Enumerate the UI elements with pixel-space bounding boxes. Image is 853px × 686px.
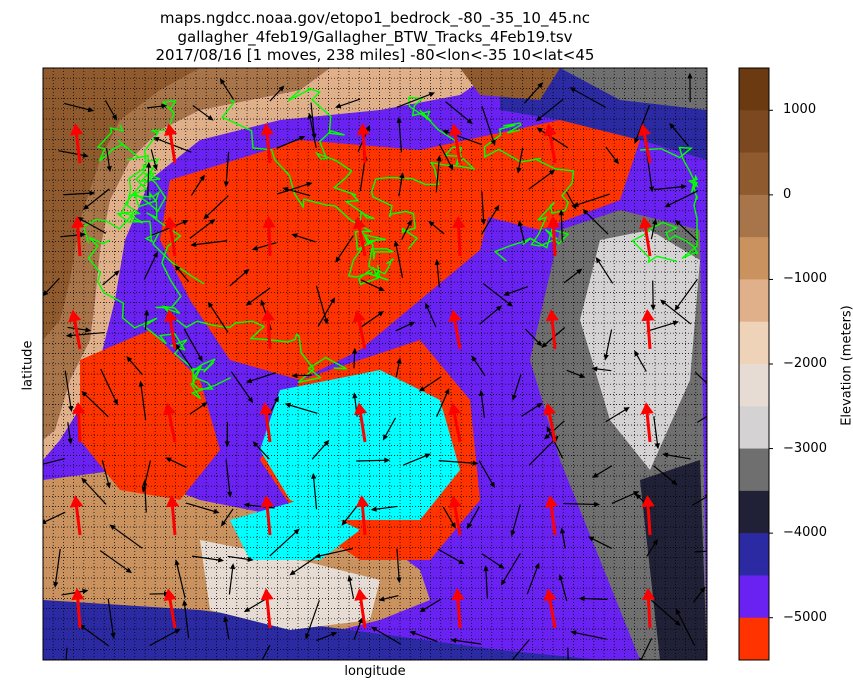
colorbar-tick-label: −2000 xyxy=(783,356,827,371)
colorbar-ticks xyxy=(769,109,773,619)
colorbar-tick-label: −4000 xyxy=(783,525,827,541)
colorbar-bin xyxy=(739,321,769,365)
colorbar-bin xyxy=(739,194,769,238)
colorbar xyxy=(739,68,769,661)
colorbar-bin xyxy=(739,406,769,450)
colorbar-bin xyxy=(739,152,769,196)
colorbar-bin xyxy=(739,68,769,111)
colorbar-tick-label: −5000 xyxy=(783,609,827,625)
colorbar-tick-label: −3000 xyxy=(783,440,827,456)
colorbar-bin xyxy=(739,448,769,492)
colorbar-bin xyxy=(739,364,769,407)
chart-canvas xyxy=(42,67,773,661)
colorbar-bin xyxy=(739,490,769,534)
colorbar-tick-label: 1000 xyxy=(783,102,817,118)
colorbar-bin xyxy=(739,279,769,323)
colorbar-bin xyxy=(739,617,769,661)
colorbar-tick-label: −1000 xyxy=(783,271,827,287)
colorbar-bin xyxy=(739,575,769,619)
colorbar-tick-label: 0 xyxy=(783,186,792,202)
x-axis-label: longitude xyxy=(344,664,406,679)
y-axis-label: latitude xyxy=(20,340,36,391)
colorbar-label: Elevation (meters) xyxy=(839,305,853,426)
colorbar-bin xyxy=(739,110,769,154)
colorbar-bin xyxy=(739,533,769,576)
colorbar-bin xyxy=(739,237,769,280)
